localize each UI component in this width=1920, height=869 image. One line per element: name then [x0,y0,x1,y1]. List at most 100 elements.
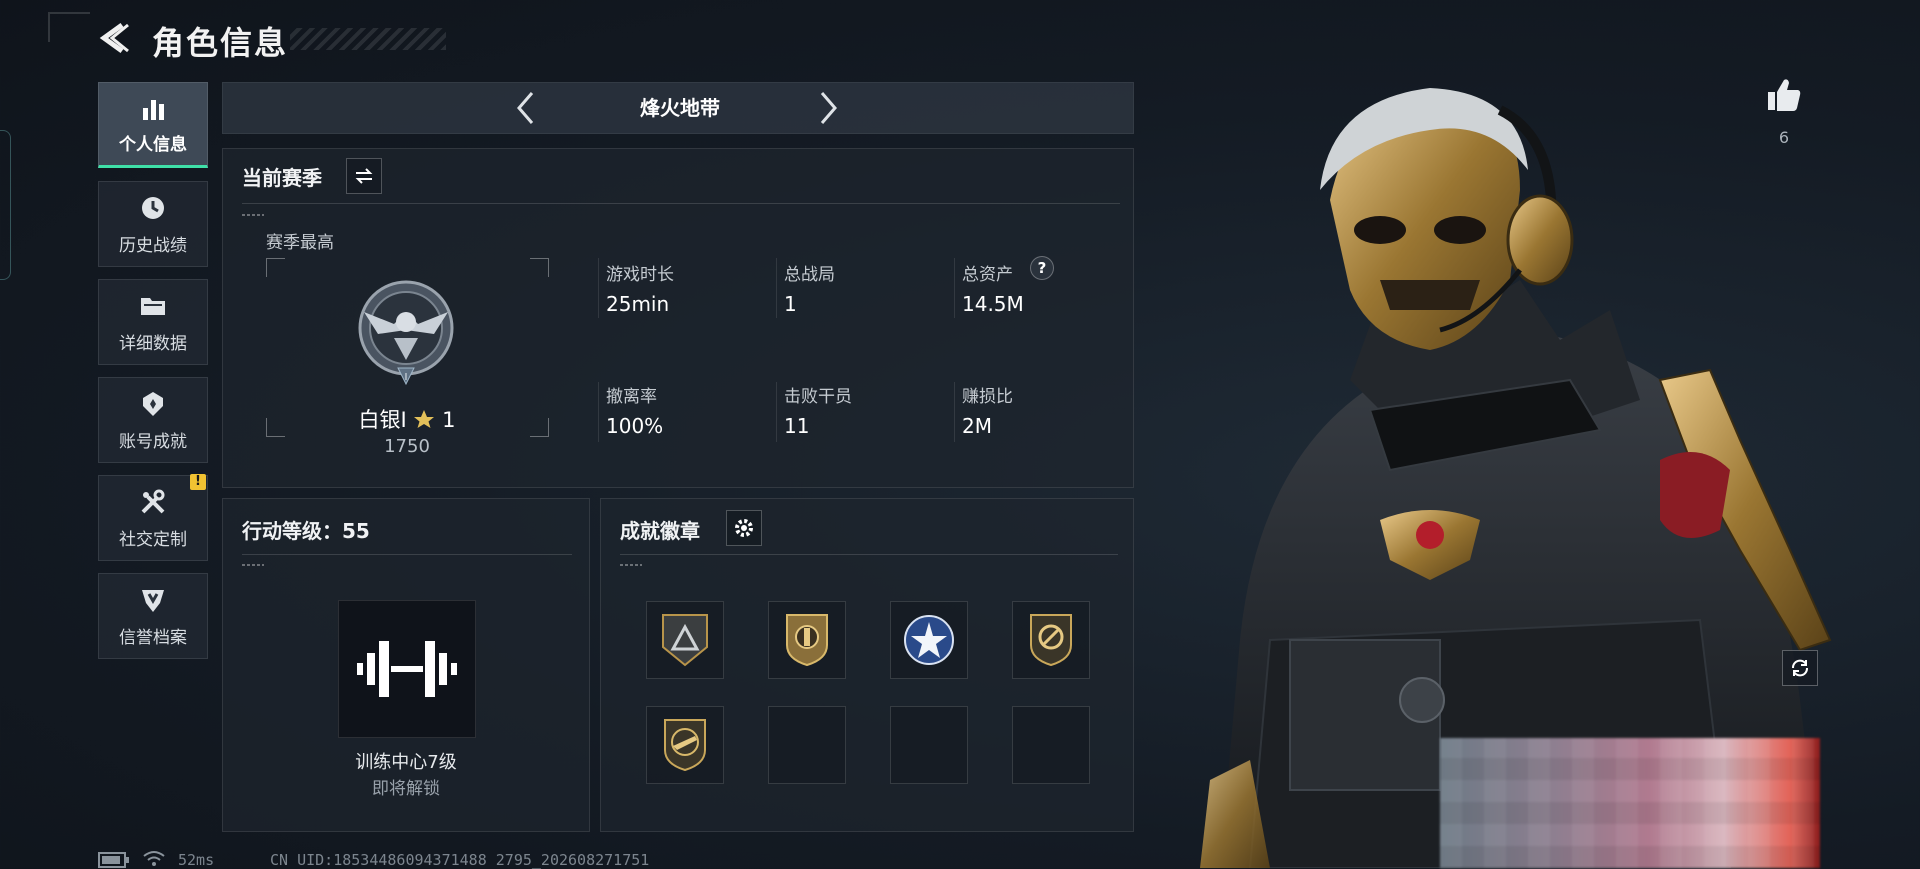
frame-corner [530,258,549,277]
frame-corner [266,418,285,437]
nav-item-label: 详细数据 [119,333,187,354]
stat-divider [776,258,777,318]
tick-decoration [242,564,264,566]
uid-readout: CN UID:18534486094371488 2795_2026082717… [270,851,650,869]
thumbs-up-icon [1768,79,1801,111]
swap-icon [355,168,373,184]
stat-value-total-matches: 1 [784,292,797,316]
chevron-right-icon [820,92,837,124]
like-count: 6 [1778,128,1790,147]
stat-divider [776,382,777,442]
unlock-preview[interactable] [338,600,476,738]
rank-name: 白银I [358,408,407,432]
rifle-shield-badge-icon [664,719,706,772]
achievement-icon [143,391,163,416]
stat-label-total-matches: 总战局 [784,265,835,285]
rank-emblem-icon: I [358,280,454,386]
badge-slot-3[interactable] [890,601,968,679]
folder-icon [141,297,165,315]
ring-shield-badge-icon [1030,614,1072,667]
mode-prev-button[interactable] [510,92,542,124]
clock-history-icon [142,196,164,219]
divider [242,554,572,555]
divider [620,554,1118,555]
stat-divider [954,258,955,318]
ping-readout: 52ms [178,851,215,869]
edge-decoration [0,130,11,280]
tick-decoration [242,214,264,216]
rotate-view-button[interactable] [1782,650,1818,686]
stat-label-operators-defeated: 击败干员 [784,387,852,407]
badge-slot-empty[interactable] [890,706,968,784]
nav-item-history[interactable]: 历史战绩 [98,181,208,267]
stat-value-operators-defeated: 11 [784,414,810,438]
season-best-label: 赛季最高 [266,233,334,253]
nav-item-credit-profile[interactable]: 信誉档案 [98,573,208,659]
shield-emblem-icon [142,589,164,612]
stat-label-profit-loss-ratio: 赚损比 [962,387,1013,407]
badge-slot-2[interactable] [768,601,846,679]
title-stripes-decoration [290,28,446,50]
stat-divider [598,382,599,442]
pixelated-overlay [1440,738,1820,868]
badge-slot-empty[interactable] [1012,706,1090,784]
alert-badge: ! [190,474,206,490]
nav-item-personal-info[interactable]: 个人信息 [98,82,208,168]
badges-settings-button[interactable] [726,510,762,546]
badge-slot-empty[interactable] [768,706,846,784]
badge-slot-5[interactable] [646,706,724,784]
star-icon [414,410,435,428]
stat-divider [598,258,599,318]
gold-shield-badge-icon [786,614,828,667]
nav-item-label: 信誉档案 [119,627,187,648]
mode-name: 烽火地带 [640,96,720,120]
help-button[interactable]: ? [1030,256,1054,280]
rank-name-row: 白银I 1 [352,404,462,434]
nav-item-account-achievements[interactable]: 账号成就 [98,377,208,463]
bar-chart-icon [143,99,164,120]
battery-icon [98,852,129,868]
stat-value-profit-loss-ratio: 2M [962,414,992,438]
rank-points: 1750 [384,436,430,457]
back-arrow-icon [99,22,129,54]
rank-numeral: I [405,372,408,383]
stat-value-playtime: 25min [606,292,670,316]
badge-slot-1[interactable] [646,601,724,679]
tick-decoration [620,564,642,566]
nav-item-detailed-data[interactable]: 详细数据 [98,279,208,365]
divider [242,203,1120,204]
frame-corner [530,418,549,437]
rotate-icon [1792,659,1808,677]
page-title: 角色信息 [152,24,289,62]
tools-icon [141,489,165,513]
unlock-status: 即将解锁 [372,779,440,799]
dumbbell-icon [357,641,457,697]
chevron-left-icon [517,92,534,124]
action-level-title: 行动等级：55 [242,519,370,543]
rank-stars: 1 [442,408,456,432]
nav-item-label: 账号成就 [119,431,187,452]
gear-icon [735,519,753,537]
corner-decoration [48,12,90,42]
stat-label-extraction-rate: 撤离率 [606,387,657,407]
frame-corner [266,258,285,277]
badge-slot-4[interactable] [1012,601,1090,679]
stat-value-total-assets: 14.5M [962,292,1024,316]
stat-label-total-assets: 总资产 [962,265,1013,285]
stat-value-extraction-rate: 100% [606,414,664,438]
unlock-name: 训练中心7级 [355,752,457,773]
like-button[interactable] [1766,76,1802,114]
badges-title: 成就徽章 [620,519,700,543]
season-title: 当前赛季 [242,166,322,190]
mode-next-button[interactable] [812,92,844,124]
back-button[interactable] [92,18,138,58]
nav-item-label: 个人信息 [119,134,187,155]
stat-divider [954,382,955,442]
star-crest-badge-icon [904,615,954,665]
nav-item-label: 社交定制 [119,529,187,550]
stat-label-playtime: 游戏时长 [606,265,674,285]
triangle-shield-badge-icon [662,614,708,667]
season-switch-button[interactable] [346,158,382,194]
wifi-icon [143,851,165,866]
nav-item-label: 历史战绩 [119,235,187,256]
